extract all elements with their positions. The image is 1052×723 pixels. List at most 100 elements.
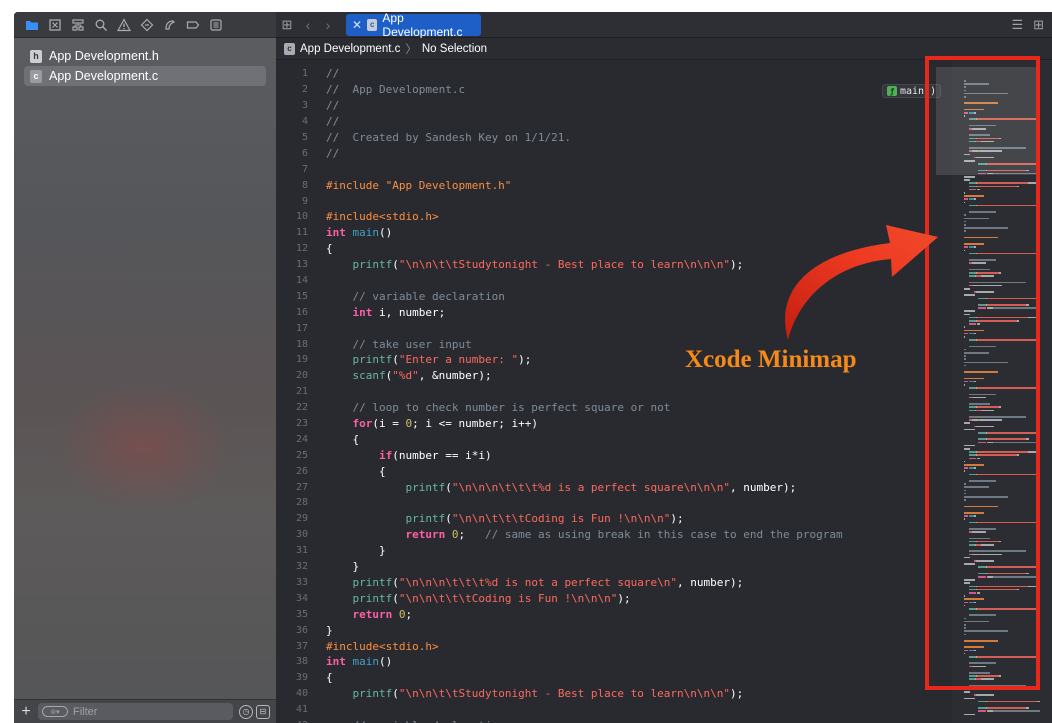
- test-icon[interactable]: [135, 14, 158, 36]
- code-token: #include "App Development.h": [326, 178, 512, 192]
- filter-input[interactable]: ⊜▾ Filter: [38, 703, 233, 720]
- code-line[interactable]: 26 {: [276, 463, 952, 479]
- code-line[interactable]: 39 {: [276, 670, 952, 686]
- code-token: // variable declaration: [353, 719, 505, 723]
- code-line[interactable]: 41: [276, 702, 952, 718]
- minimap-token: [977, 406, 999, 408]
- line-number: 4: [301, 116, 308, 128]
- report-icon[interactable]: [204, 14, 227, 36]
- code-token: );: [670, 512, 684, 526]
- minimap-token: [1016, 454, 1020, 456]
- code-line[interactable]: 21: [276, 384, 952, 400]
- forward-arrow-icon[interactable]: ›: [318, 17, 338, 33]
- minimap-token: [964, 617, 967, 620]
- line-number: 21: [295, 386, 308, 398]
- code-line[interactable]: 2 // App Development.c: [276, 82, 952, 98]
- code-line[interactable]: 34 printf("\n\n\t\t\tCoding is Fun !\n\n…: [276, 590, 952, 606]
- code-line[interactable]: 9: [276, 193, 952, 209]
- tab-label: App Development.c: [382, 12, 463, 39]
- minimap-token: [968, 211, 997, 213]
- folder-icon[interactable]: [20, 14, 43, 36]
- code-line[interactable]: 6 //: [276, 145, 952, 161]
- code-line[interactable]: 38 int main(): [276, 654, 952, 670]
- code-line[interactable]: 42 // variable declaration: [276, 718, 952, 723]
- filter-options-icon[interactable]: ⊜▾: [42, 706, 68, 717]
- hierarchy-icon[interactable]: [66, 14, 89, 36]
- code-token: printf: [352, 575, 393, 589]
- related-items-icon[interactable]: ⊞: [276, 17, 298, 33]
- code-line[interactable]: 4 //: [276, 114, 952, 130]
- code-line[interactable]: 1 //: [276, 66, 952, 82]
- code-token: printf: [352, 591, 393, 605]
- code-token: // same as using break in this case to e…: [484, 528, 843, 542]
- line-number: 30: [295, 529, 308, 541]
- code-line[interactable]: 40 printf("\n\n\t\tStudytonight - Best p…: [276, 686, 952, 702]
- minimap-token: [977, 521, 1038, 524]
- minimap-token: [964, 627, 967, 629]
- function-scope-badge[interactable]: ƒ main(): [882, 84, 942, 98]
- code-line[interactable]: 3 //: [276, 98, 952, 114]
- minimap-token: [1037, 204, 1040, 207]
- close-icon[interactable]: ✕: [352, 18, 362, 32]
- code-line[interactable]: 22 // loop to check number is perfect sq…: [276, 400, 952, 416]
- breakpoint-icon[interactable]: [181, 14, 204, 36]
- code-line[interactable]: 23 for(i = 0; i <= number; i++): [276, 416, 952, 432]
- code-token: // variable declaration: [352, 289, 505, 303]
- minimap-token: [964, 515, 968, 517]
- line-number: 16: [295, 306, 308, 318]
- line-number: 19: [295, 354, 308, 366]
- code-line[interactable]: 36}: [276, 622, 952, 638]
- minimap-viewport-highlight[interactable]: [936, 67, 1036, 175]
- code-line[interactable]: 31 }: [276, 543, 952, 559]
- search-icon[interactable]: [89, 14, 112, 36]
- minimap-token: [977, 656, 1038, 658]
- code-line[interactable]: 33 printf("\n\n\n\t\t\t%d is not a perfe…: [276, 575, 952, 591]
- add-editor-icon[interactable]: ⊞: [1033, 17, 1044, 33]
- code-line[interactable]: 27 printf("\n\n\n\t\t\t%d is a perfect s…: [276, 479, 952, 495]
- code-line[interactable]: 28: [276, 495, 952, 511]
- code-token: printf: [405, 480, 446, 494]
- code-line[interactable]: 37 #include<stdio.h>: [276, 638, 952, 654]
- warning-icon[interactable]: [112, 14, 135, 36]
- code-line[interactable]: 25 if(number == i*i): [276, 447, 952, 463]
- add-button[interactable]: +: [20, 703, 32, 721]
- minimap-annotation-label: Xcode Minimap: [685, 346, 857, 373]
- code-token: (: [392, 258, 399, 272]
- minimap-token: [968, 521, 976, 524]
- minimap-token: [964, 288, 970, 290]
- jumpbar-file[interactable]: App Development.c: [300, 43, 400, 55]
- code-line[interactable]: 7: [276, 161, 952, 177]
- code-line[interactable]: 29 printf("\n\n\t\t\tCoding is Fun !\n\n…: [276, 511, 952, 527]
- tab-app-development-c[interactable]: ✕ c App Development.c: [346, 12, 481, 39]
- minimap-token: [978, 707, 986, 709]
- code-line[interactable]: 32 }: [276, 559, 952, 575]
- source-control-icon[interactable]: [43, 14, 66, 36]
- jumpbar-scope[interactable]: No Selection: [422, 43, 487, 55]
- file-row-source[interactable]: c App Development.c: [24, 66, 266, 86]
- editor-options-icon[interactable]: ☰: [1011, 17, 1023, 33]
- minimap-token: [964, 448, 970, 450]
- minimap-token: [986, 566, 1038, 568]
- source-control-filter-icon[interactable]: ⊟: [256, 704, 270, 719]
- minimap-token: [964, 313, 970, 316]
- code-line[interactable]: 35 return 0;: [276, 606, 952, 622]
- minimap-token: [977, 185, 1017, 188]
- code-area[interactable]: 1 // 2 // App Development.c 3 // 4 // 5 // Create…: [276, 66, 952, 723]
- code-token: (: [392, 575, 399, 589]
- line-number: 40: [295, 688, 308, 700]
- line-source: }: [316, 624, 333, 637]
- code-line[interactable]: 24 {: [276, 431, 952, 447]
- minimap-token: [977, 585, 1028, 588]
- code-line[interactable]: 5 // Created by Sandesh Key on 1/1/21.: [276, 130, 952, 146]
- minimap-token: [964, 460, 966, 463]
- code-line[interactable]: 30 return 0; // same as using break in t…: [276, 527, 952, 543]
- recent-files-icon[interactable]: ◷: [239, 704, 253, 719]
- back-arrow-icon[interactable]: ‹: [298, 17, 318, 33]
- minimap-token: [1037, 473, 1040, 476]
- debug-icon[interactable]: [158, 14, 181, 36]
- file-row-header[interactable]: h App Development.h: [24, 46, 266, 66]
- minimap-token: [968, 550, 1027, 552]
- line-source: {: [316, 465, 386, 478]
- code-line[interactable]: 8 #include "App Development.h": [276, 177, 952, 193]
